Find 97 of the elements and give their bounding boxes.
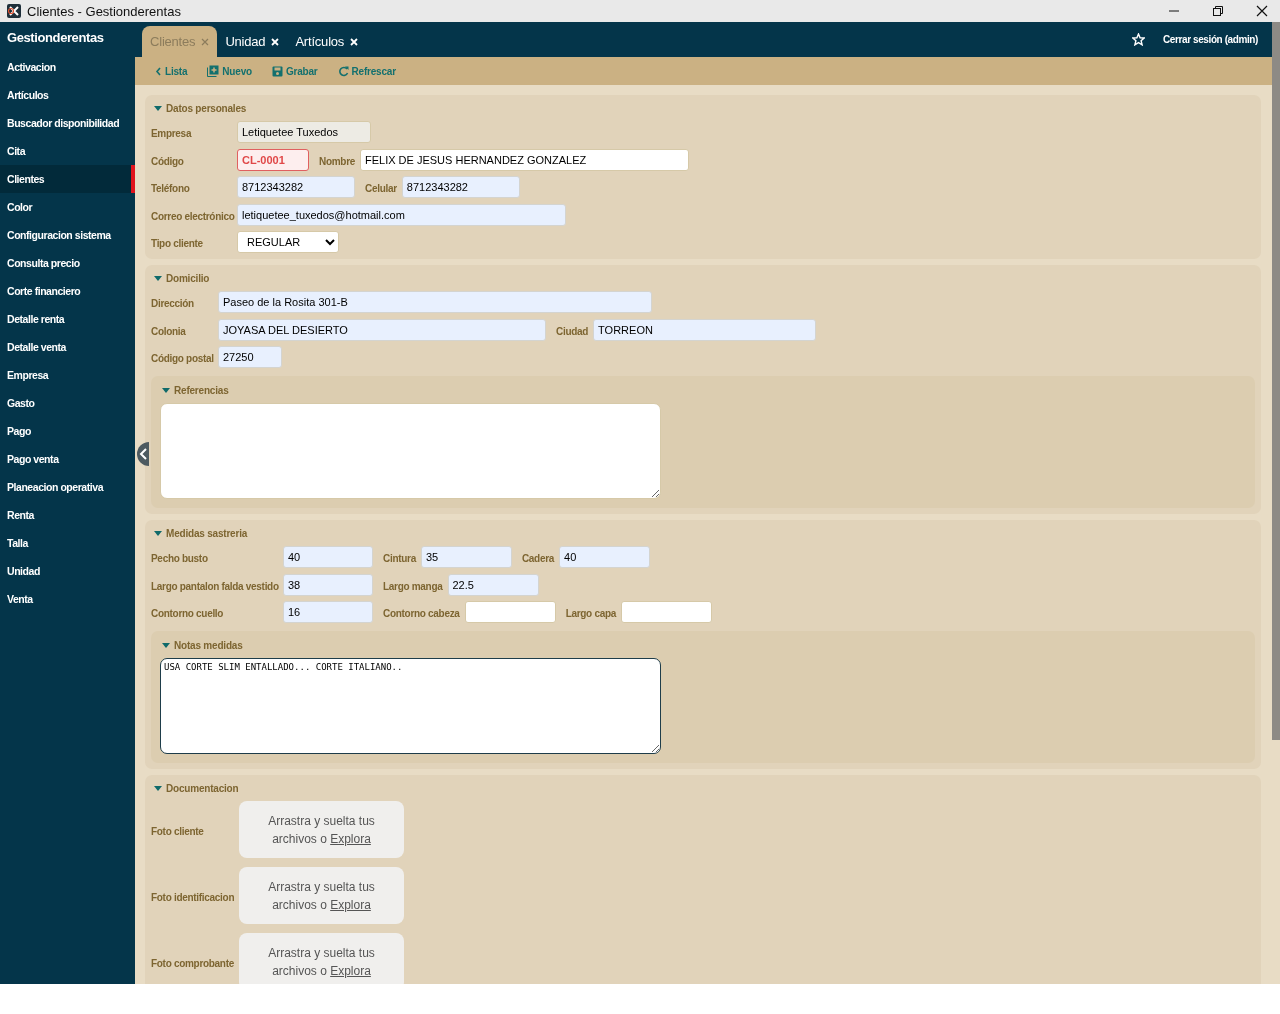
expand-icon[interactable] <box>154 275 162 281</box>
app-name: Gestionderentas <box>6 29 105 47</box>
text-field[interactable]: letiquetee_tuxedos@hotmail.com <box>237 203 566 226</box>
text-field[interactable]: 8712343282 <box>401 176 520 198</box>
drop-hint: Arrastra y suelta tus archivos o Explora <box>267 878 376 914</box>
field-label: Nombre <box>319 155 355 167</box>
browse-link[interactable]: Explora <box>330 831 371 846</box>
subsection-title: Notas medidas <box>174 639 243 651</box>
sidebar-item[interactable]: Pago venta <box>0 445 135 473</box>
field-label: Largo capa <box>565 608 616 619</box>
text-field[interactable]: 38 <box>283 573 373 596</box>
field-label: Ciudad <box>556 325 589 337</box>
sidebar-item[interactable]: Empresa <box>0 361 135 389</box>
type-select[interactable]: REGULAR <box>237 231 339 253</box>
field-label: Teléfono <box>151 183 191 194</box>
field-label: Contorno cabeza <box>383 608 460 619</box>
drop-zone[interactable]: Arrastra y suelta tus archivos o Explora <box>239 801 404 858</box>
text-field[interactable]: Letiquetee Tuxedos <box>237 121 371 143</box>
sidebar-item[interactable]: Renta <box>0 501 135 529</box>
text-field[interactable] <box>464 601 556 623</box>
field-label: Código <box>151 155 185 167</box>
sidebar-item[interactable]: Clientes <box>0 165 135 193</box>
sidebar-item[interactable]: Planeacion operativa <box>0 473 135 501</box>
sidebar-item[interactable]: Cita <box>0 137 135 165</box>
drop-hint: Arrastra y suelta tus archivos o Explora <box>267 812 376 848</box>
refresh-icon <box>337 65 349 77</box>
text-field[interactable]: TORREON <box>593 318 817 341</box>
field-label: Foto comprobante <box>151 957 235 969</box>
text-field[interactable]: 35 <box>420 546 512 568</box>
sidebar-item[interactable]: Configuracion sistema <box>0 221 135 249</box>
browse-link[interactable]: Explora <box>330 963 371 978</box>
text-field[interactable] <box>621 601 712 623</box>
close-icon[interactable] <box>1256 5 1268 17</box>
expand-icon[interactable] <box>154 530 162 536</box>
field-label: Correo electrónico <box>151 210 236 222</box>
field-label: Contorno cuello <box>151 608 225 619</box>
sidebar-item[interactable]: Corte financiero <box>0 277 135 305</box>
drop-hint: Arrastra y suelta tus archivos o Explora <box>267 944 376 980</box>
expand-icon[interactable] <box>154 105 162 111</box>
chevron-left-icon <box>155 66 162 76</box>
app-icon <box>7 4 21 18</box>
sidebar-item[interactable]: Pago <box>0 417 135 445</box>
field-label: Cadera <box>521 553 554 564</box>
field-label: Colonia <box>151 325 187 337</box>
sidebar-item[interactable]: Detalle venta <box>0 333 135 361</box>
field-label: Código postal <box>151 353 215 364</box>
section-title: Documentacion <box>166 782 239 794</box>
text-field[interactable]: 16 <box>283 601 373 623</box>
text-field[interactable]: 40 <box>283 546 373 568</box>
subsection-title: Referencias <box>174 384 229 396</box>
text-field[interactable]: JOYASA DEL DESIERTO <box>218 318 546 341</box>
sidebar-item[interactable]: Unidad <box>0 557 135 585</box>
sidebar-item[interactable]: Color <box>0 193 135 221</box>
logout-link[interactable]: Cerrar sesión (admin) <box>1163 34 1258 45</box>
sidebar-item[interactable]: Detalle renta <box>0 305 135 333</box>
save-icon <box>271 65 283 77</box>
text-field[interactable]: 22.5 <box>447 573 539 596</box>
star-icon[interactable] <box>1132 33 1146 46</box>
section-title: Datos personales <box>166 102 247 114</box>
field-label: Dirección <box>151 298 195 309</box>
expand-icon[interactable] <box>154 785 162 791</box>
sidebar-item[interactable]: Activacion <box>0 53 135 81</box>
text-field[interactable]: FELIX DE JESUS HERNANDEZ GONZALEZ <box>360 148 689 171</box>
sidebar-item[interactable]: Consulta precio <box>0 249 135 277</box>
tab[interactable]: Artículos <box>287 26 367 57</box>
sidebar-item[interactable]: Gasto <box>0 389 135 417</box>
add-icon <box>207 65 220 77</box>
field-label: Pecho busto <box>151 553 209 564</box>
expand-icon[interactable] <box>162 387 170 393</box>
window-title: Clientes - Gestionderentas <box>27 3 181 19</box>
text-field[interactable]: 8712343282 <box>237 176 355 198</box>
text-field[interactable]: CL-0001 <box>237 148 309 171</box>
browse-link[interactable]: Explora <box>330 897 371 912</box>
field-label: Foto cliente <box>151 825 205 837</box>
sidebar-item[interactable]: Talla <box>0 529 135 557</box>
section-title: Domicilio <box>166 272 210 284</box>
field-label: Foto identificacion <box>151 891 236 903</box>
field-label: Celular <box>365 183 397 194</box>
text-area[interactable]: USA CORTE SLIM ENTALLADO... CORTE ITALIANO.. <box>160 658 661 754</box>
text-field[interactable]: 40 <box>559 546 650 568</box>
text-field[interactable]: 27250 <box>218 346 282 368</box>
field-label: Empresa <box>151 128 193 139</box>
field-label: Tipo cliente <box>151 238 204 249</box>
tab[interactable]: Unidad <box>217 26 288 57</box>
restore-icon[interactable] <box>1212 5 1224 17</box>
expand-icon[interactable] <box>162 642 170 648</box>
field-label: Cintura <box>383 553 416 564</box>
drop-zone[interactable]: Arrastra y suelta tus archivos o Explora <box>239 933 404 984</box>
drop-zone[interactable]: Arrastra y suelta tus archivos o Explora <box>239 867 404 924</box>
field-label: Largo manga <box>383 580 443 592</box>
section-title: Medidas sastreria <box>166 527 248 539</box>
text-field[interactable]: Paseo de la Rosita 301-B <box>218 291 652 313</box>
collapse-icon[interactable] <box>135 442 149 466</box>
sidebar-item[interactable]: Buscador disponibilidad <box>0 109 135 137</box>
sidebar-item[interactable]: Venta <box>0 585 135 613</box>
field-label: Largo pantalon falda vestido <box>151 580 280 592</box>
sidebar-item[interactable]: Artículos <box>0 81 135 109</box>
